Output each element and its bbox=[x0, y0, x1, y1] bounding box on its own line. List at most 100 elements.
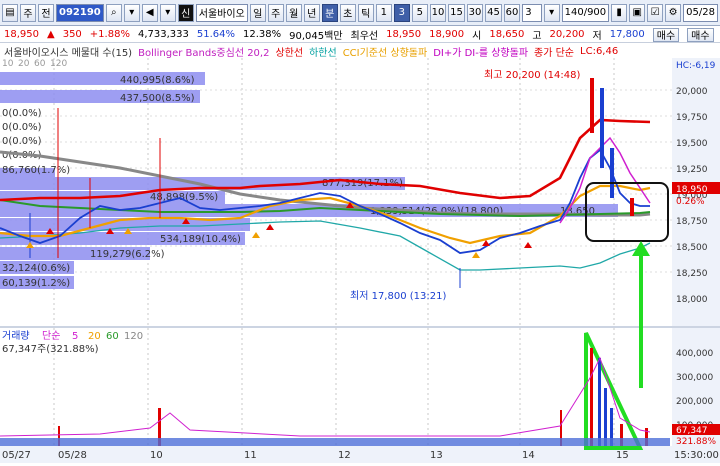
cci-legend[interactable]: CCI기준선 상향돌파 bbox=[343, 44, 428, 59]
chevron-down-icon[interactable]: ▾ bbox=[159, 3, 176, 22]
x-tick-label: 12 bbox=[338, 450, 351, 461]
date-field[interactable]: 05/28 bbox=[683, 3, 718, 22]
period-minute[interactable]: 분 bbox=[321, 3, 338, 22]
volume-bar bbox=[598, 358, 601, 446]
x-tick-label: 10 bbox=[150, 450, 163, 461]
volume-baseline-bars bbox=[0, 438, 670, 446]
period-day[interactable]: 일 bbox=[249, 3, 266, 22]
high-label: 고 bbox=[532, 31, 542, 42]
minute-option-3[interactable]: 3 bbox=[393, 3, 410, 22]
period-week[interactable]: 주 bbox=[267, 3, 284, 22]
ma-legend-20: 20 bbox=[18, 59, 30, 69]
market-selector[interactable]: 전 bbox=[38, 3, 54, 22]
speaker-icon[interactable]: ◀ bbox=[141, 3, 158, 22]
open-price: 18,650 bbox=[489, 29, 525, 40]
x-tick-label: 13 bbox=[430, 450, 443, 461]
current-price-label: 18,950 bbox=[676, 185, 708, 195]
open-label: 시 bbox=[472, 31, 482, 42]
minute-option-5[interactable]: 5 bbox=[411, 3, 428, 22]
save-icon[interactable]: ▣ bbox=[629, 3, 646, 22]
best-ask: 18,950 bbox=[386, 29, 422, 40]
x-tick-label: 05/27 bbox=[2, 450, 31, 461]
volume-current-label: 67,347 bbox=[676, 426, 708, 436]
volume-profile-label: 119,279(6.2%) bbox=[90, 249, 165, 260]
chart-canvas[interactable]: 440,995(8.6%) 437,500(8.5%) 0(0.0%) 0(0.… bbox=[0, 58, 720, 463]
high-price: 20,200 bbox=[549, 29, 585, 40]
period-month[interactable]: 월 bbox=[285, 3, 302, 22]
price-tick-label: 18,250 bbox=[676, 269, 708, 279]
quote-bar: 18,950 ▲ 350 +1.88% 4,733,333 51.64% 12.… bbox=[0, 27, 720, 43]
candle bbox=[610, 148, 614, 198]
bollinger-legend[interactable]: Bollinger Bands중심선 20,2 bbox=[138, 44, 269, 59]
volume-profile-label: 440,995(8.6%) bbox=[120, 75, 195, 86]
price-change-pct: +1.88% bbox=[89, 29, 130, 40]
volume-legend-ma20: 20 bbox=[88, 331, 101, 342]
ma-legend-10: 10 bbox=[2, 59, 14, 69]
search-icon[interactable]: ⌕ bbox=[105, 3, 122, 22]
stock-name-field[interactable]: 서울바이오 bbox=[195, 3, 248, 22]
price-tick-label: 19,250 bbox=[676, 165, 708, 175]
period-second[interactable]: 초 bbox=[339, 3, 356, 22]
time-label: 15:30:00 bbox=[674, 450, 719, 461]
minute-option-30[interactable]: 30 bbox=[466, 3, 484, 22]
volume-profile-legend[interactable]: 서울바이오시스 메물대 수(15) bbox=[4, 44, 132, 59]
trade-amount: 90,045백만 bbox=[289, 31, 343, 42]
volume-bar bbox=[604, 388, 607, 446]
best-ask-label: 최우선 bbox=[350, 31, 379, 42]
period-tick[interactable]: 틱 bbox=[357, 3, 374, 22]
chevron-down-icon[interactable]: ▾ bbox=[123, 3, 140, 22]
volume-legend-ma60: 60 bbox=[106, 331, 119, 342]
price-change: 350 bbox=[62, 29, 82, 40]
low-annotation: 최저 17,800 (13:21) bbox=[350, 290, 446, 302]
minute-option-45[interactable]: 45 bbox=[485, 3, 502, 22]
stock-type-selector[interactable]: 주 bbox=[20, 3, 36, 22]
di-legend[interactable]: DI+가 DI-를 상향돌파 bbox=[433, 44, 528, 59]
count-input[interactable]: 3 bbox=[522, 3, 542, 22]
menu-icon[interactable]: ▤ bbox=[2, 3, 18, 22]
x-tick-label: 11 bbox=[244, 450, 257, 461]
x-tick-label: 15 bbox=[616, 450, 629, 461]
volume-profile-label: 0(0.0%) bbox=[2, 136, 42, 147]
volume-profile-label: 437,500(8.5%) bbox=[120, 93, 195, 104]
settings-icon[interactable]: ⚙ bbox=[665, 3, 682, 22]
low-label: 저 bbox=[592, 31, 602, 42]
minute-option-1[interactable]: 1 bbox=[375, 3, 392, 22]
volume-legend-ma: 단순 bbox=[42, 330, 60, 342]
price-tick-label: 19,750 bbox=[676, 113, 708, 123]
volume-bar bbox=[590, 348, 593, 446]
minute-option-15[interactable]: 15 bbox=[448, 3, 465, 22]
lower-band-legend[interactable]: 하한선 bbox=[309, 44, 337, 59]
chart-area[interactable]: 440,995(8.6%) 437,500(8.5%) 0(0.0%) 0(0.… bbox=[0, 58, 720, 463]
volume-profile-label: 0(0.0%) bbox=[2, 122, 42, 133]
ma-legend-120: 120 bbox=[50, 59, 67, 69]
best-bid: 18,900 bbox=[429, 29, 465, 40]
checkbox-icon[interactable]: ☑ bbox=[647, 3, 664, 22]
volume-tick-label: 300,000 bbox=[676, 373, 713, 383]
candle bbox=[600, 88, 604, 168]
candle bbox=[590, 78, 594, 133]
volume-profile-label: 534,189(10.4%) bbox=[160, 234, 241, 245]
minute-option-10[interactable]: 10 bbox=[429, 3, 447, 22]
x-tick-label: 14 bbox=[522, 450, 535, 461]
range-field[interactable]: 140/900 bbox=[561, 3, 610, 22]
period-year[interactable]: 년 bbox=[303, 3, 320, 22]
volume-profile-label: 32,124(0.6%) bbox=[2, 263, 70, 274]
volume-current-pct: 321.88% bbox=[676, 437, 716, 447]
upper-band-legend[interactable]: 상한선 bbox=[275, 44, 303, 59]
stock-code-input[interactable]: 092190 bbox=[56, 3, 104, 22]
candle bbox=[630, 198, 634, 216]
lc-legend: LC:6,46 bbox=[580, 45, 619, 57]
scroll-end-icon[interactable]: ▮ bbox=[611, 3, 628, 22]
close-ma-legend[interactable]: 종가 단순 bbox=[534, 44, 574, 59]
signal-badge[interactable]: 신 bbox=[177, 3, 194, 22]
volume-info: 67,347주(321.88%) bbox=[2, 344, 99, 355]
toolbar: ▤ 주 전 092190 ⌕ ▾ ◀ ▾ 신 서울바이오 일 주 월 년 분 초… bbox=[0, 0, 720, 26]
volume-legend-ma5: 5 bbox=[72, 331, 78, 342]
hc-label: HC:-6,19 bbox=[676, 61, 716, 71]
buy-button[interactable]: 매수 bbox=[652, 27, 680, 42]
chevron-down-icon[interactable]: ▾ bbox=[543, 3, 560, 22]
minute-option-60[interactable]: 60 bbox=[503, 3, 521, 22]
sell-button[interactable]: 매수 bbox=[687, 27, 714, 42]
price-tick-label: 18,750 bbox=[676, 217, 708, 227]
volume-total: 4,733,333 bbox=[137, 29, 189, 40]
